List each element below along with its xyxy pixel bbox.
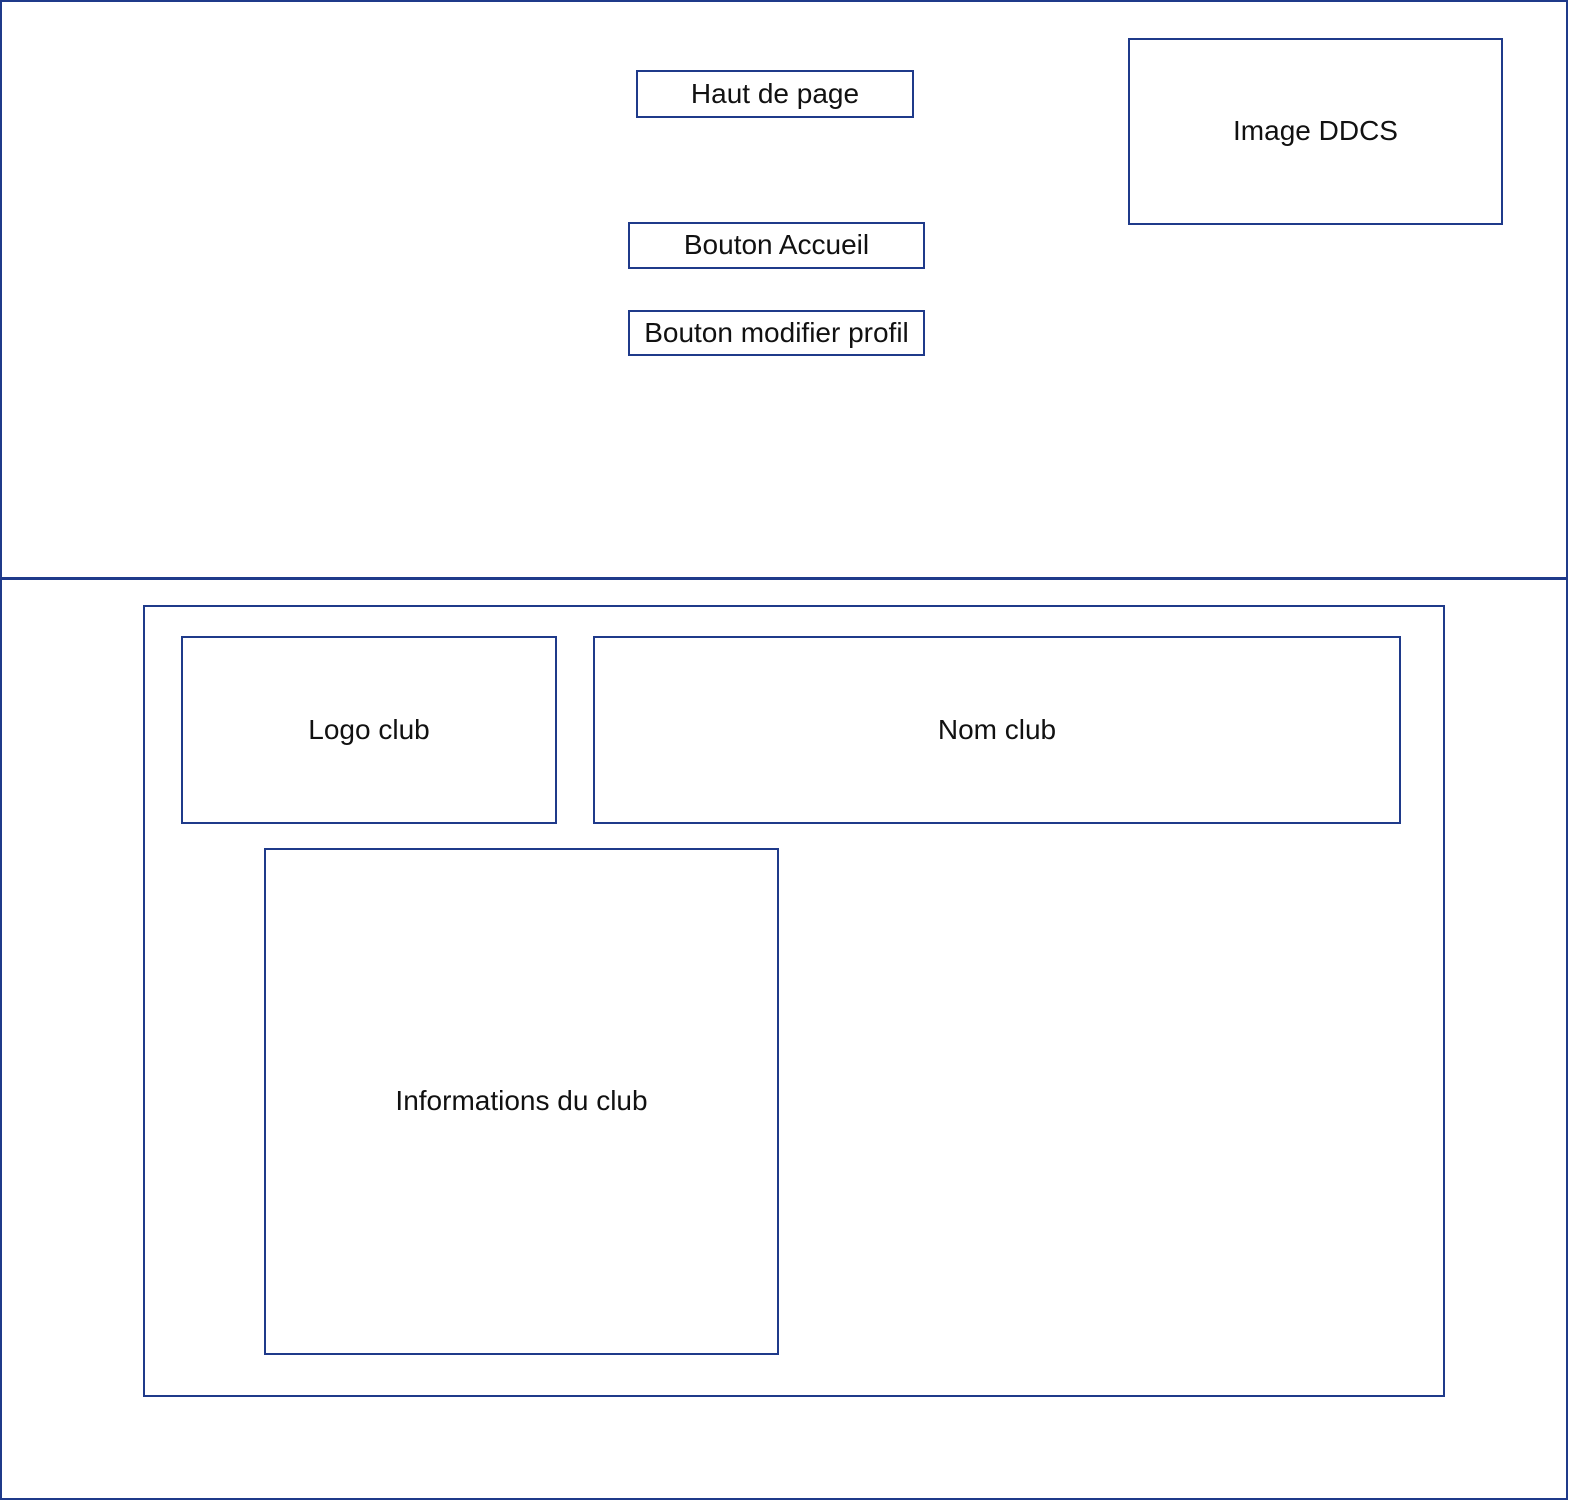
edit-profile-button[interactable]: Bouton modifier profil — [628, 310, 925, 356]
club-information: Informations du club — [264, 848, 779, 1355]
home-button[interactable]: Bouton Accueil — [628, 222, 925, 269]
ddcs-image: Image DDCS — [1128, 38, 1503, 225]
top-of-page-label: Haut de page — [636, 70, 914, 118]
club-logo: Logo club — [181, 636, 557, 824]
header-divider — [0, 577, 1568, 580]
club-name: Nom club — [593, 636, 1401, 824]
